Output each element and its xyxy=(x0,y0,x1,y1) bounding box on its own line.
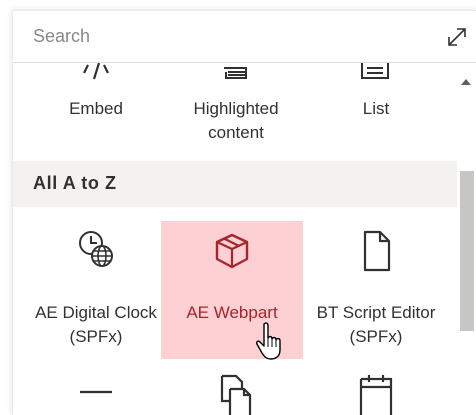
tile-label: AE Digital Clock (SPFx) xyxy=(35,303,157,346)
webpart-picker-panel: Embed Highlighted content List All A to … xyxy=(12,10,476,415)
package-icon xyxy=(215,233,249,269)
vertical-scrollbar[interactable] xyxy=(457,63,476,415)
tile-list[interactable]: List xyxy=(305,63,447,161)
tile-label: AE Webpart xyxy=(186,303,278,322)
code-embed-icon xyxy=(83,63,109,80)
clock-globe-icon xyxy=(79,231,113,267)
calendar-icon xyxy=(359,375,393,415)
tile-embed[interactable]: Embed xyxy=(25,63,167,161)
expand-icon[interactable] xyxy=(443,23,471,51)
scroll-up-arrow-icon[interactable] xyxy=(461,79,471,85)
tile-divider[interactable] xyxy=(25,369,167,415)
stacked-pages-icon xyxy=(224,67,247,79)
section-title: All A to Z xyxy=(33,173,117,193)
search-bar xyxy=(13,11,476,63)
tile-label: Highlighted content xyxy=(193,99,279,142)
tile-calendar[interactable] xyxy=(305,369,447,415)
tile-document-copy[interactable] xyxy=(165,369,307,415)
webpart-list: Embed Highlighted content List All A to … xyxy=(13,63,457,415)
scroll-thumb[interactable] xyxy=(460,171,474,331)
search-input[interactable] xyxy=(13,11,433,62)
tile-row-az: AE Digital Clock (SPFx) AE Webpart BT Sc… xyxy=(13,211,457,359)
tile-ae-webpart[interactable]: AE Webpart xyxy=(161,221,303,359)
divider-line-icon xyxy=(80,390,112,394)
tile-ae-digital-clock[interactable]: AE Digital Clock (SPFx) xyxy=(25,223,167,359)
tile-row-top: Embed Highlighted content List xyxy=(13,63,457,161)
section-header: All A to Z xyxy=(13,161,457,207)
document-icon xyxy=(363,230,391,272)
document-copy-icon xyxy=(220,374,252,415)
tile-label: BT Script Editor (SPFx) xyxy=(316,303,436,346)
tile-bt-script-editor[interactable]: BT Script Editor (SPFx) xyxy=(305,223,447,359)
list-icon xyxy=(361,63,389,79)
tile-label: Embed xyxy=(69,99,123,118)
tile-row-next xyxy=(13,369,457,415)
tile-highlighted-content[interactable]: Highlighted content xyxy=(165,63,307,161)
tile-label: List xyxy=(362,99,390,118)
